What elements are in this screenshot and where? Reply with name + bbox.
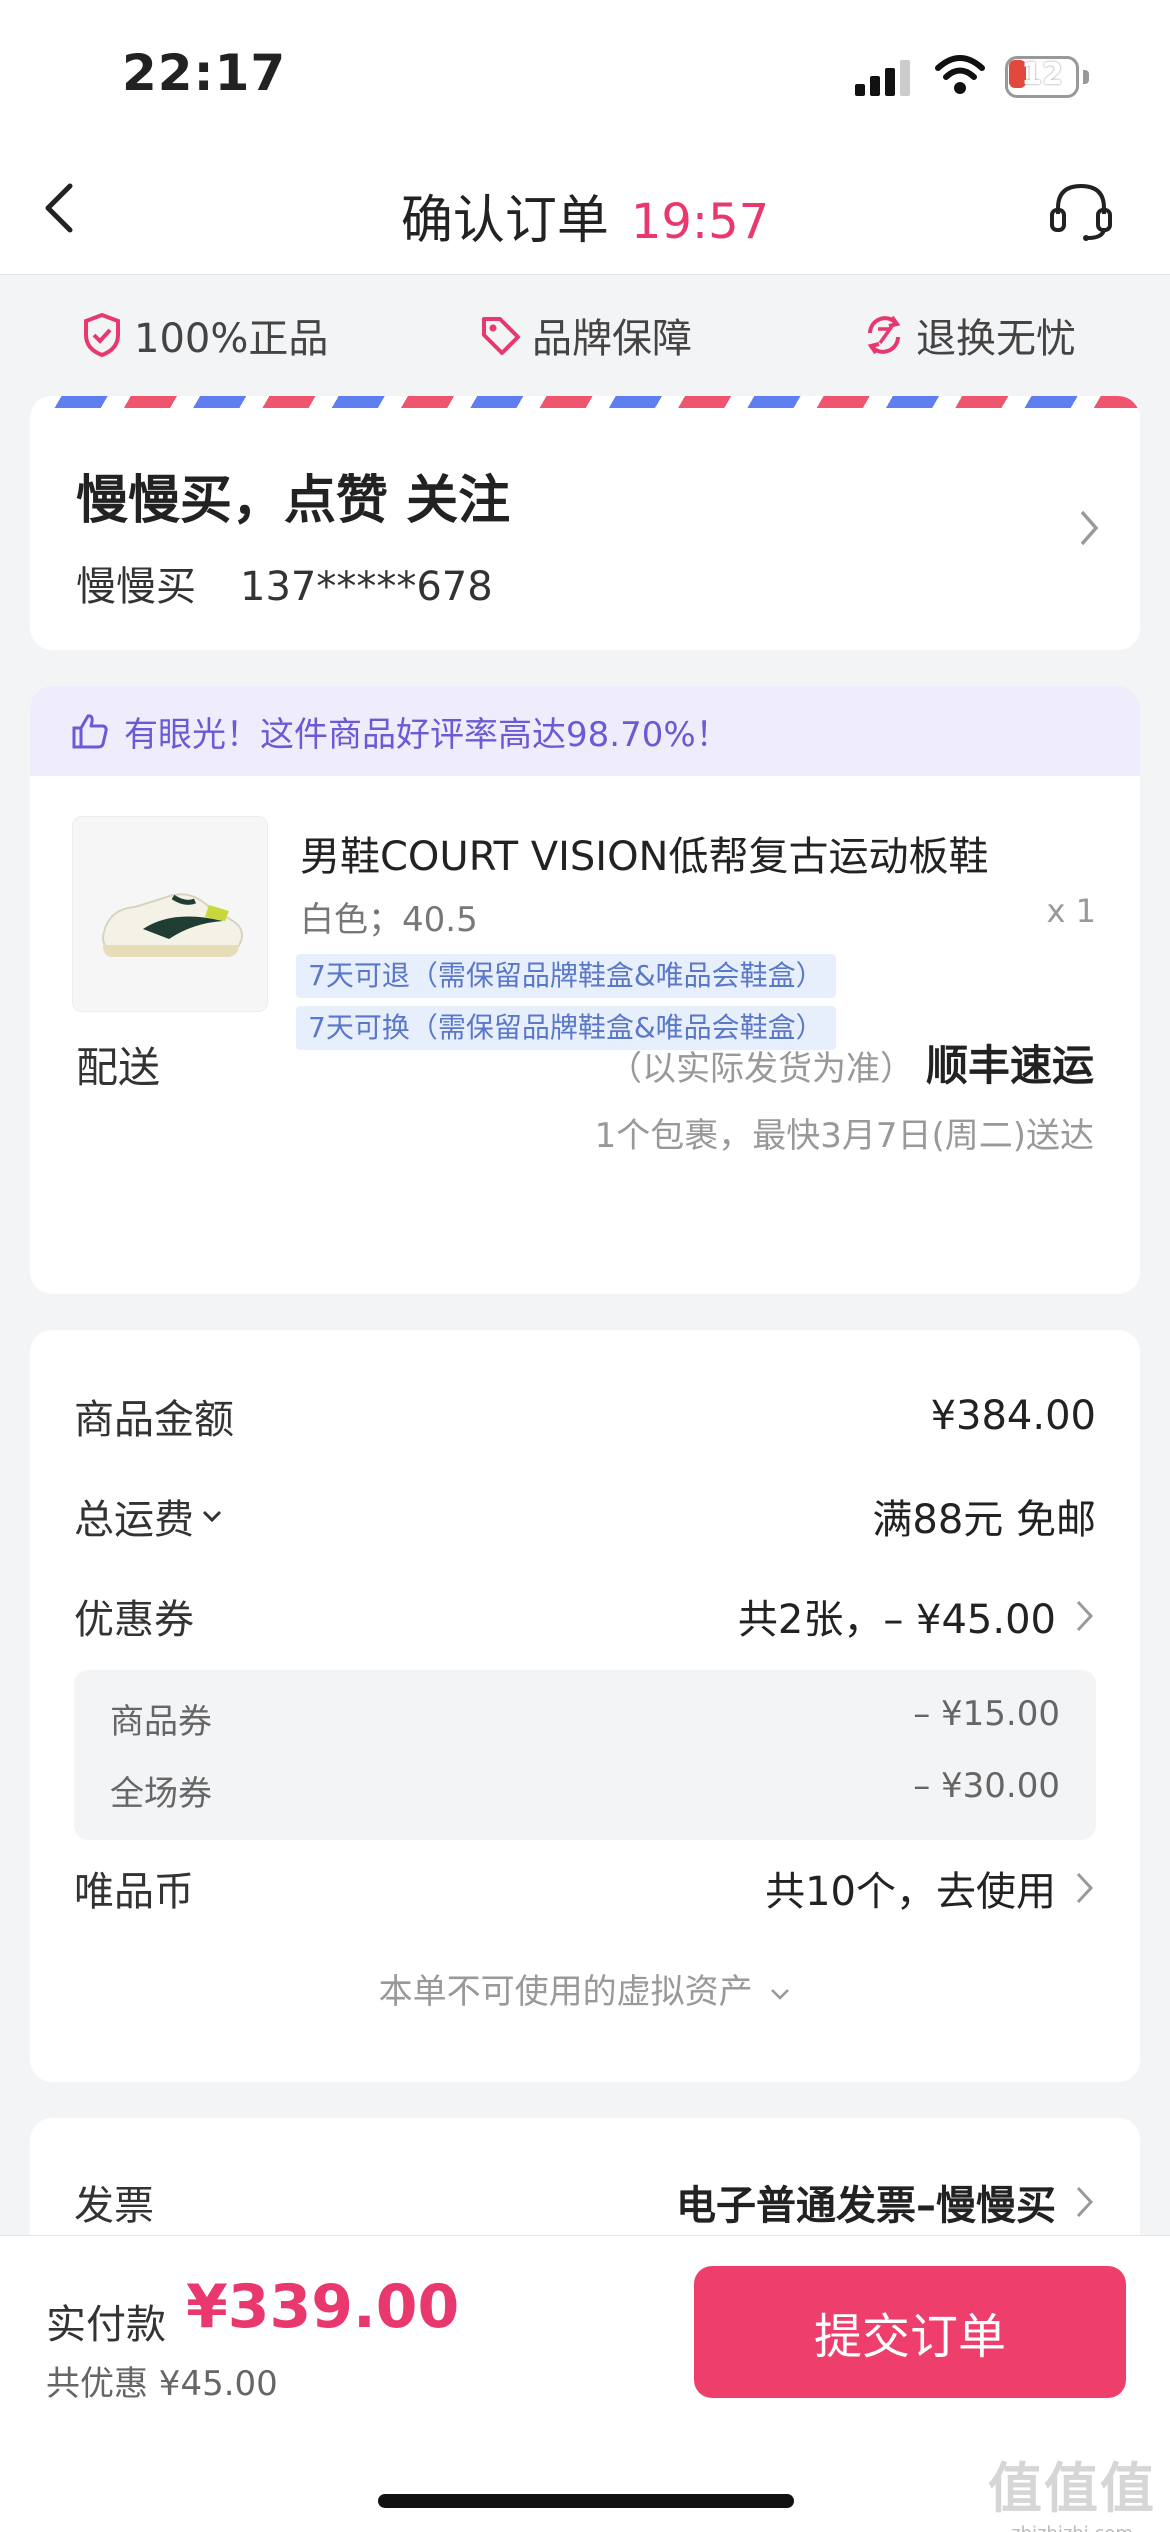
sneaker-icon xyxy=(101,893,243,957)
status-bar: 22:17 12 xyxy=(0,0,1170,150)
checkout-bar: 实付款 ¥339.00 共优惠 ¥45.00 提交订单 值值值 zhizhizh… xyxy=(0,2235,1170,2532)
customer-service-icon[interactable] xyxy=(1046,176,1116,246)
guarantee-return-label: 退换无忧 xyxy=(916,316,1076,362)
unused-assets-toggle[interactable]: 本单不可使用的虚拟资产 xyxy=(30,1964,1140,2013)
coupon-value: 共2张，– ¥45.00 xyxy=(737,1597,1056,1643)
signal-icon xyxy=(855,60,910,96)
vip-coin-row[interactable]: 唯品币 共10个，去使用 xyxy=(74,1858,1096,1918)
airmail-stripe xyxy=(30,396,1140,408)
coupon-row[interactable]: 优惠券 共2张，– ¥45.00 xyxy=(74,1586,1096,1646)
product-quantity: x 1 xyxy=(1046,892,1096,930)
product-image[interactable] xyxy=(72,816,268,1012)
guarantee-return: 退换无忧 xyxy=(862,306,1076,364)
chevron-right-icon xyxy=(1076,1872,1094,1904)
address-card[interactable]: 慢慢买，点赞 关注 慢慢买 137*****678 xyxy=(30,396,1140,650)
page-title: 确认订单 19:57 xyxy=(0,178,1170,253)
return-policy-tag: 7天可退（需保留品牌鞋盒&唯品会鞋盒） xyxy=(296,954,836,998)
return-exchange-icon xyxy=(867,315,901,355)
invoice-value: 电子普通发票–慢慢买 xyxy=(676,2183,1056,2229)
coupon-item-value: – ¥30.00 xyxy=(913,1766,1060,1806)
chevron-down-icon xyxy=(202,1510,222,1523)
receiver-name: 慢慢买 xyxy=(76,564,196,610)
product-spec: 白色；40.5 xyxy=(300,900,478,940)
freight-row[interactable]: 总运费 满88元 免邮 xyxy=(74,1486,1096,1546)
battery-level: 12 xyxy=(1021,57,1063,92)
coupon-item: 商品券 – ¥15.00 xyxy=(110,1694,1060,1743)
chevron-right-icon xyxy=(1076,1600,1094,1632)
chevron-right-icon xyxy=(1076,2186,1094,2218)
coupon-detail-box: 商品券 – ¥15.00 全场券 – ¥30.00 xyxy=(74,1670,1096,1840)
shipping-note: （以实际发货为准） xyxy=(607,1049,914,1089)
address-contact: 慢慢买 137*****678 xyxy=(76,554,493,612)
freight-label: 总运费 xyxy=(74,1497,194,1543)
chevron-down-icon xyxy=(771,1989,790,2000)
shipping-eta: 1个包裹，最快3月7日(周二)送达 xyxy=(594,1116,1094,1156)
home-indicator[interactable] xyxy=(378,2494,794,2508)
vip-coin-label: 唯品币 xyxy=(74,1869,194,1915)
goods-amount-value: ¥384.00 xyxy=(930,1393,1096,1439)
invoice-label: 发票 xyxy=(74,2183,154,2229)
submit-order-button[interactable]: 提交订单 xyxy=(694,2266,1126,2398)
address-name: 慢慢买，点赞 关注 xyxy=(76,471,511,531)
guarantee-brand: 品牌保障 xyxy=(478,306,692,364)
vip-coin-value: 共10个，去使用 xyxy=(765,1869,1056,1915)
guarantee-bar: 100%正品 品牌保障 退换无忧 xyxy=(0,276,1170,396)
praise-text: 有眼光！这件商品好评率高达98.70%！ xyxy=(124,714,730,755)
receiver-phone: 137*****678 xyxy=(240,564,493,610)
thumbs-up-icon xyxy=(72,714,108,749)
invoice-row[interactable]: 发票 电子普通发票–慢慢买 xyxy=(74,2172,1096,2232)
pay-total: ¥339.00 xyxy=(186,2272,460,2342)
shipping-method[interactable]: （以实际发货为准） 顺丰速运 xyxy=(608,1032,1094,1093)
freight-value: 满88元 免邮 xyxy=(872,1497,1096,1543)
coupon-item-value: – ¥15.00 xyxy=(913,1694,1060,1734)
coupon-summary[interactable]: 共2张，– ¥45.00 xyxy=(738,1587,1096,1645)
coupon-item-label: 商品券 xyxy=(110,1702,212,1742)
status-time: 22:17 xyxy=(122,44,287,102)
praise-banner: 有眼光！这件商品好评率高达98.70%！ xyxy=(30,686,1140,776)
payment-countdown: 19:57 xyxy=(630,194,770,250)
page-title-text: 确认订单 xyxy=(400,191,609,251)
pay-label: 实付款 xyxy=(46,2302,166,2348)
chevron-right-icon xyxy=(1080,510,1099,546)
shipping-label: 配送 xyxy=(76,1043,161,1092)
goods-amount-label: 商品金额 xyxy=(74,1397,234,1443)
watermark: 值值值 zhizhizhi.com xyxy=(988,2444,1156,2532)
watermark-logo: 值值值 xyxy=(988,2457,1156,2520)
guarantee-brand-label: 品牌保障 xyxy=(532,316,692,362)
shield-icon xyxy=(84,312,120,358)
freight-label-group[interactable]: 总运费 xyxy=(74,1487,224,1545)
wifi-icon xyxy=(935,55,985,94)
guarantee-authentic-label: 100%正品 xyxy=(134,316,329,362)
watermark-site: zhizhizhi.com xyxy=(988,2523,1156,2532)
unused-assets-label: 本单不可使用的虚拟资产 xyxy=(378,1972,753,2012)
guarantee-authentic: 100%正品 xyxy=(80,306,328,364)
total-discount: 共优惠 ¥45.00 xyxy=(46,2364,278,2404)
invoice-type[interactable]: 电子普通发票–慢慢买 xyxy=(676,2173,1096,2231)
price-tag-icon xyxy=(482,317,520,355)
shipping-carrier: 顺丰速运 xyxy=(925,1041,1094,1090)
coupon-item-label: 全场券 xyxy=(110,1774,212,1814)
coupon-label: 优惠券 xyxy=(74,1597,194,1643)
price-card: 商品金额 ¥384.00 总运费 满88元 免邮 优惠券 共2张，– ¥45.0… xyxy=(30,1330,1140,2082)
coupon-item: 全场券 – ¥30.00 xyxy=(110,1766,1060,1815)
product-name: 男鞋COURT VISION低帮复古运动板鞋 xyxy=(300,834,989,880)
vip-coin-action[interactable]: 共10个，去使用 xyxy=(765,1859,1096,1917)
goods-amount-row: 商品金额 ¥384.00 xyxy=(74,1386,1096,1446)
product-card: 有眼光！这件商品好评率高达98.70%！ 男鞋COURT VISION低帮复古运… xyxy=(30,686,1140,1294)
battery-icon: 12 xyxy=(1005,56,1089,98)
nav-bar: 确认订单 19:57 xyxy=(0,150,1170,275)
